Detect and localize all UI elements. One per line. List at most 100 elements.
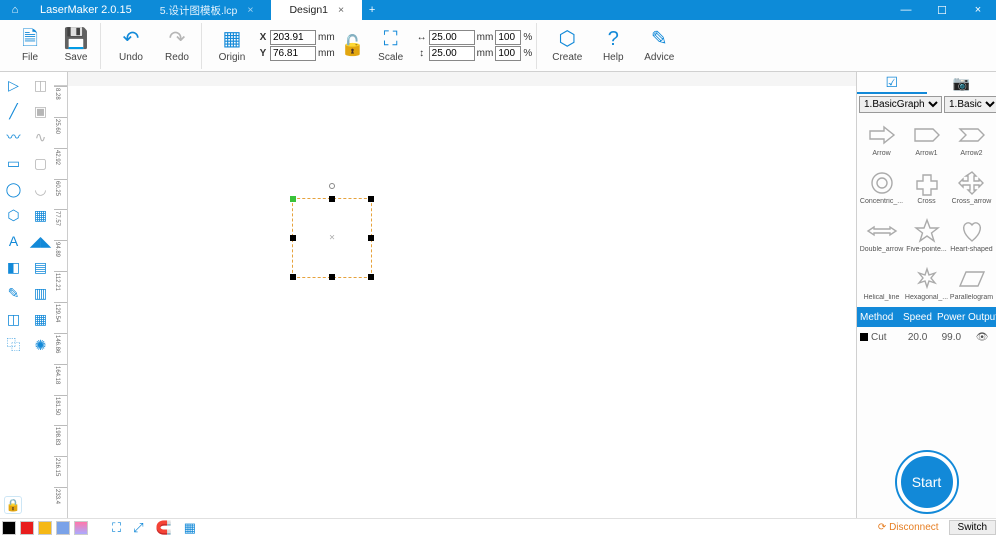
handle-tl[interactable] — [290, 196, 296, 202]
layers-icon[interactable]: ▣ — [27, 98, 54, 124]
crop-tool[interactable]: ⿻ — [0, 332, 27, 358]
grid-icon[interactable]: ▦ — [184, 520, 196, 536]
center-marker: × — [329, 233, 335, 244]
unlock-icon: 🔓 — [340, 36, 365, 56]
origin-button[interactable]: ▦Origin — [212, 24, 252, 68]
main-area: ▷◫ ╱▣ 〰∿ ▭▢ ◯◡ ⬡▦ A◢◣ ◧▤ ✎▥ ◫▦ ⿻✺ 🔒 9.60… — [0, 72, 996, 518]
handle-mr[interactable] — [368, 235, 374, 241]
measure-tool[interactable]: ◫ — [0, 306, 27, 332]
select-tool[interactable]: ▷ — [0, 72, 27, 98]
redo-icon: ↷ — [169, 29, 186, 49]
maximize-icon[interactable]: ☐ — [924, 4, 960, 17]
shapes-tab[interactable]: ☑ — [857, 72, 927, 94]
mirror-tool[interactable]: ◢◣ — [27, 228, 54, 254]
width-input[interactable] — [429, 30, 475, 45]
polyline-tool[interactable]: 〰 — [0, 124, 27, 150]
shape-concentric-[interactable]: Concentric_... — [859, 163, 904, 211]
handle-br[interactable] — [368, 274, 374, 280]
close-icon[interactable]: × — [338, 4, 344, 16]
swatch-gradient[interactable] — [74, 521, 88, 535]
shape-heart-shaped[interactable]: Heart-shaped — [949, 211, 994, 259]
zoom-fit-icon[interactable]: ⤢ — [133, 520, 143, 536]
width-pct-input[interactable] — [495, 30, 521, 45]
burst-icon[interactable]: ✺ — [27, 332, 54, 358]
pencil-tool[interactable]: ✎ — [0, 280, 27, 306]
save-icon: 💾 — [64, 29, 89, 49]
tab-file-1[interactable]: 5.设计图模板.lcp × — [142, 0, 272, 20]
bottom-tools: ⛶ ⤢ 🧲 ▦ — [92, 520, 196, 536]
shape-hexagonal-[interactable]: Hexagonal_... — [904, 259, 949, 307]
shape-arrow[interactable]: Arrow — [859, 115, 904, 163]
home-icon[interactable]: ⌂ — [0, 4, 30, 16]
visibility-icon[interactable]: 👁 — [968, 332, 996, 343]
help-icon: ? — [608, 29, 619, 49]
file-button[interactable]: 🗎File — [10, 24, 50, 68]
handle-ml[interactable] — [290, 235, 296, 241]
minimize-icon[interactable]: — — [888, 4, 924, 17]
swatch-red[interactable] — [20, 521, 34, 535]
distribute-tool[interactable]: ▥ — [27, 280, 54, 306]
shape-helical-line[interactable]: Helical_line — [859, 259, 904, 307]
shape-arrow2[interactable]: Arrow2 — [949, 115, 994, 163]
add-tab-icon[interactable]: + — [362, 4, 382, 16]
canvas-area: 9.6026.9244.2461.5778.8996.21113.53130.8… — [54, 72, 856, 518]
window-controls: — ☐ × — [888, 4, 996, 17]
rect-tool[interactable]: ▭ — [0, 150, 27, 176]
arrange-tool[interactable]: ▦ — [27, 306, 54, 332]
shape-cross[interactable]: Cross — [904, 163, 949, 211]
switch-button[interactable]: Switch — [949, 520, 996, 535]
category-select[interactable]: 1.BasicGraph — [859, 96, 942, 113]
handle-bm[interactable] — [329, 274, 335, 280]
canvas[interactable]: × — [68, 86, 856, 518]
marquee-tool[interactable]: ◫ — [27, 72, 54, 98]
snap-icon[interactable]: 🧲 — [156, 520, 172, 536]
swatch-blue[interactable] — [56, 521, 70, 535]
curve-tool[interactable]: ∿ — [27, 124, 54, 150]
rotate-handle[interactable] — [329, 183, 335, 189]
shape-cross-arrow[interactable]: Cross_arrow — [949, 163, 994, 211]
camera-tab[interactable]: 📷 — [927, 72, 996, 94]
undo-button[interactable]: ↶Undo — [111, 24, 151, 68]
arc-tool[interactable]: ◡ — [27, 176, 54, 202]
align-tool[interactable]: ▤ — [27, 254, 54, 280]
line-tool[interactable]: ╱ — [0, 98, 27, 124]
y-input[interactable] — [270, 46, 316, 61]
handle-tm[interactable] — [329, 196, 335, 202]
shape-parallelogram[interactable]: Parallelogram — [949, 259, 994, 307]
handle-tr[interactable] — [368, 196, 374, 202]
grid-tool[interactable]: ▦ — [27, 202, 54, 228]
close-icon[interactable]: × — [247, 4, 253, 16]
shape-arrow1[interactable]: Arrow1 — [904, 115, 949, 163]
shape-double-arrow[interactable]: Double_arrow — [859, 211, 904, 259]
disconnect-button[interactable]: ⟳ Disconnect — [868, 522, 949, 533]
advice-button[interactable]: ✎Advice — [639, 24, 679, 68]
shape-five-pointe-[interactable]: Five-pointe... — [904, 211, 949, 259]
swatch-black[interactable] — [2, 521, 16, 535]
eraser-tool[interactable]: ◧ — [0, 254, 27, 280]
position-inputs: Xmm Ymm — [258, 30, 335, 61]
x-label: X — [258, 32, 268, 43]
ellipse-tool[interactable]: ◯ — [0, 176, 27, 202]
create-button[interactable]: ⬡Create — [547, 24, 587, 68]
handle-bl[interactable] — [290, 274, 296, 280]
start-button[interactable]: Start — [897, 452, 957, 512]
layer-row[interactable]: Cut 20.0 99.0 👁 — [857, 327, 996, 347]
round-rect-tool[interactable]: ▢ — [27, 150, 54, 176]
crop-icon[interactable]: ⛶ — [112, 520, 121, 536]
selection-rect[interactable]: × — [292, 198, 372, 278]
close-window-icon[interactable]: × — [960, 4, 996, 17]
redo-button[interactable]: ↷Redo — [157, 24, 197, 68]
lock-panel-icon[interactable]: 🔒 — [4, 496, 22, 514]
scale-button[interactable]: ⛶Scale — [371, 24, 411, 68]
tab-file-2[interactable]: Design1 × — [271, 0, 362, 20]
save-button[interactable]: 💾Save — [56, 24, 96, 68]
lock-button[interactable]: 🔓 — [341, 24, 365, 68]
swatch-orange[interactable] — [38, 521, 52, 535]
height-pct-input[interactable] — [495, 46, 521, 61]
x-input[interactable] — [270, 30, 316, 45]
subcategory-select[interactable]: 1.Basic — [944, 96, 996, 113]
text-tool[interactable]: A — [0, 228, 27, 254]
help-button[interactable]: ?Help — [593, 24, 633, 68]
height-input[interactable] — [429, 46, 475, 61]
polygon-tool[interactable]: ⬡ — [0, 202, 27, 228]
